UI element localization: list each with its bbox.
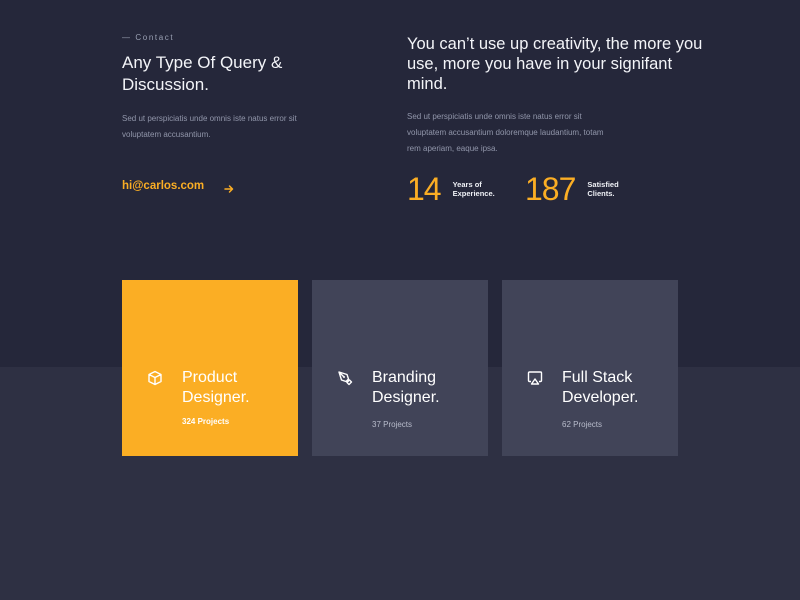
contact-eyebrow: — Contact <box>122 33 175 42</box>
service-card-branding-designer[interactable]: Branding Designer. 37 Projects <box>312 280 488 456</box>
pen-tool-icon <box>337 370 353 386</box>
card-project-count: 37 Projects <box>372 420 413 429</box>
service-card-product-designer[interactable]: Product Designer. 324 Projects <box>122 280 298 456</box>
contact-description: Sed ut perspiciatis unde omnis iste natu… <box>122 114 297 139</box>
stat-experience: 14 Years of Experience. <box>407 172 513 206</box>
creativity-quote: You can’t use up creativity, the more yo… <box>407 35 703 93</box>
arrow-right-icon[interactable] <box>224 181 234 193</box>
about-description: Sed ut perspiciatis unde omnis iste natu… <box>407 112 604 153</box>
contact-title: Any Type Of Query & Discussion. <box>122 53 283 94</box>
stat-number: 187 <box>525 171 576 207</box>
stat-number: 14 <box>407 171 442 207</box>
service-card-full-stack-developer[interactable]: Full Stack Developer. 62 Projects <box>502 280 678 456</box>
stat-clients: 187 Satisfied Clients. <box>525 172 647 206</box>
card-title: Branding Designer. <box>372 369 440 406</box>
stat-label: Years of Experience. <box>452 179 495 199</box>
card-title: Full Stack Developer. <box>562 369 639 406</box>
email-link[interactable]: hi@carlos.com <box>122 180 204 192</box>
card-project-count: 324 Projects <box>182 417 230 426</box>
cube-icon <box>147 370 163 386</box>
card-project-count: 62 Projects <box>562 420 603 429</box>
airplay-icon <box>527 370 543 386</box>
card-title: Product Designer. <box>182 369 250 406</box>
stat-label: Satisfied Clients. <box>587 179 619 199</box>
email-row: hi@carlos.com <box>122 180 234 193</box>
